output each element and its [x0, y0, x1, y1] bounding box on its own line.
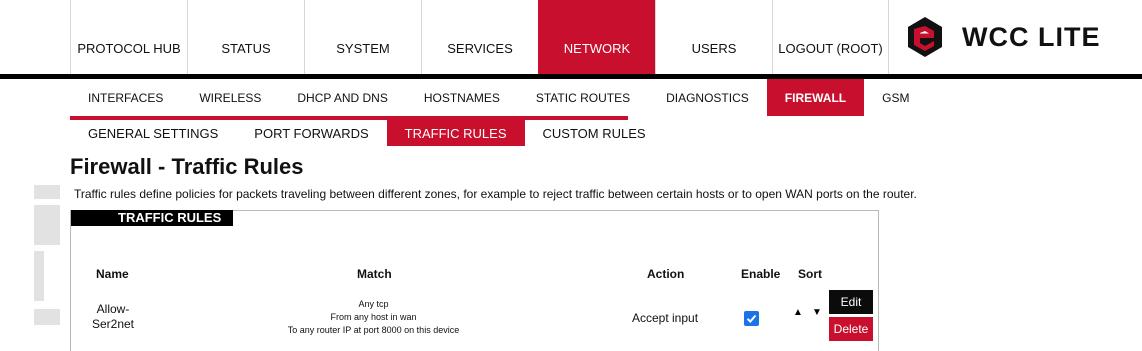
check-icon — [746, 314, 757, 323]
column-header-name: Name — [96, 267, 129, 281]
rule-name-line: Allow- — [96, 302, 130, 316]
nav-logout[interactable]: LOGOUT (ROOT) — [772, 0, 889, 74]
watermark-graphic — [34, 185, 60, 325]
nav-users[interactable]: USERS — [655, 0, 772, 74]
tab-custom-rules[interactable]: CUSTOM RULES — [525, 120, 664, 146]
subnav-dhcp-and-dns[interactable]: DHCP AND DNS — [279, 79, 405, 116]
subnav-static-routes[interactable]: STATIC ROUTES — [518, 79, 648, 116]
nav-network[interactable]: NETWORK — [538, 0, 655, 74]
enable-checkbox[interactable] — [744, 311, 759, 326]
brand: WCC LITE — [908, 16, 1100, 58]
subnav-hostnames[interactable]: HOSTNAMES — [406, 79, 518, 116]
subnav-diagnostics[interactable]: DIAGNOSTICS — [648, 79, 767, 116]
match-destination: To any router IP at port 8000 on this de… — [287, 325, 460, 335]
page-title: Firewall - Traffic Rules — [70, 154, 304, 179]
section-title: TRAFFIC RULES — [71, 210, 233, 226]
subnav-gsm[interactable]: GSM — [864, 79, 927, 116]
sort-down-icon[interactable]: ▼ — [812, 307, 822, 318]
nav-services[interactable]: SERVICES — [421, 0, 538, 74]
rule-name: Allow- Ser2net — [81, 302, 145, 332]
edit-button[interactable]: Edit — [829, 290, 873, 314]
column-header-sort: Sort — [798, 267, 822, 281]
rule-name-line: Ser2net — [91, 317, 135, 331]
firewall-tabs: GENERAL SETTINGS PORT FORWARDS TRAFFIC R… — [70, 120, 664, 146]
subnav-wireless[interactable]: WIRELESS — [181, 79, 279, 116]
delete-button[interactable]: Delete — [829, 317, 873, 341]
page-description: Traffic rules define policies for packet… — [74, 187, 917, 201]
subnav-firewall[interactable]: FIREWALL — [766, 79, 865, 116]
network-subnav: INTERFACES WIRELESS DHCP AND DNS HOSTNAM… — [70, 79, 927, 116]
nav-status[interactable]: STATUS — [187, 0, 304, 74]
wcc-logo-icon — [908, 17, 942, 57]
rule-match: Any tcp From any host in wan To any rout… — [271, 298, 476, 337]
tab-traffic-rules[interactable]: TRAFFIC RULES — [386, 120, 525, 146]
traffic-rules-section: TRAFFIC RULES Name Match Action Enable S… — [70, 210, 879, 351]
column-header-match: Match — [357, 267, 392, 281]
nav-system[interactable]: SYSTEM — [304, 0, 421, 74]
column-header-action: Action — [647, 267, 685, 281]
nav-protocol-hub[interactable]: PROTOCOL HUB — [70, 0, 187, 74]
column-header-enable: Enable — [741, 267, 781, 281]
subnav-interfaces[interactable]: INTERFACES — [70, 79, 181, 116]
match-source: From any host in wan — [330, 312, 417, 322]
brand-name: WCC LITE — [962, 21, 1101, 52]
match-protocol: Any tcp — [358, 299, 389, 309]
sort-up-icon[interactable]: ▲ — [793, 307, 803, 318]
tab-general-settings[interactable]: GENERAL SETTINGS — [70, 120, 236, 146]
main-navigation: PROTOCOL HUB STATUS SYSTEM SERVICES NETW… — [70, 0, 889, 74]
rule-action: Accept input — [632, 311, 699, 325]
tab-port-forwards[interactable]: PORT FORWARDS — [236, 120, 386, 146]
